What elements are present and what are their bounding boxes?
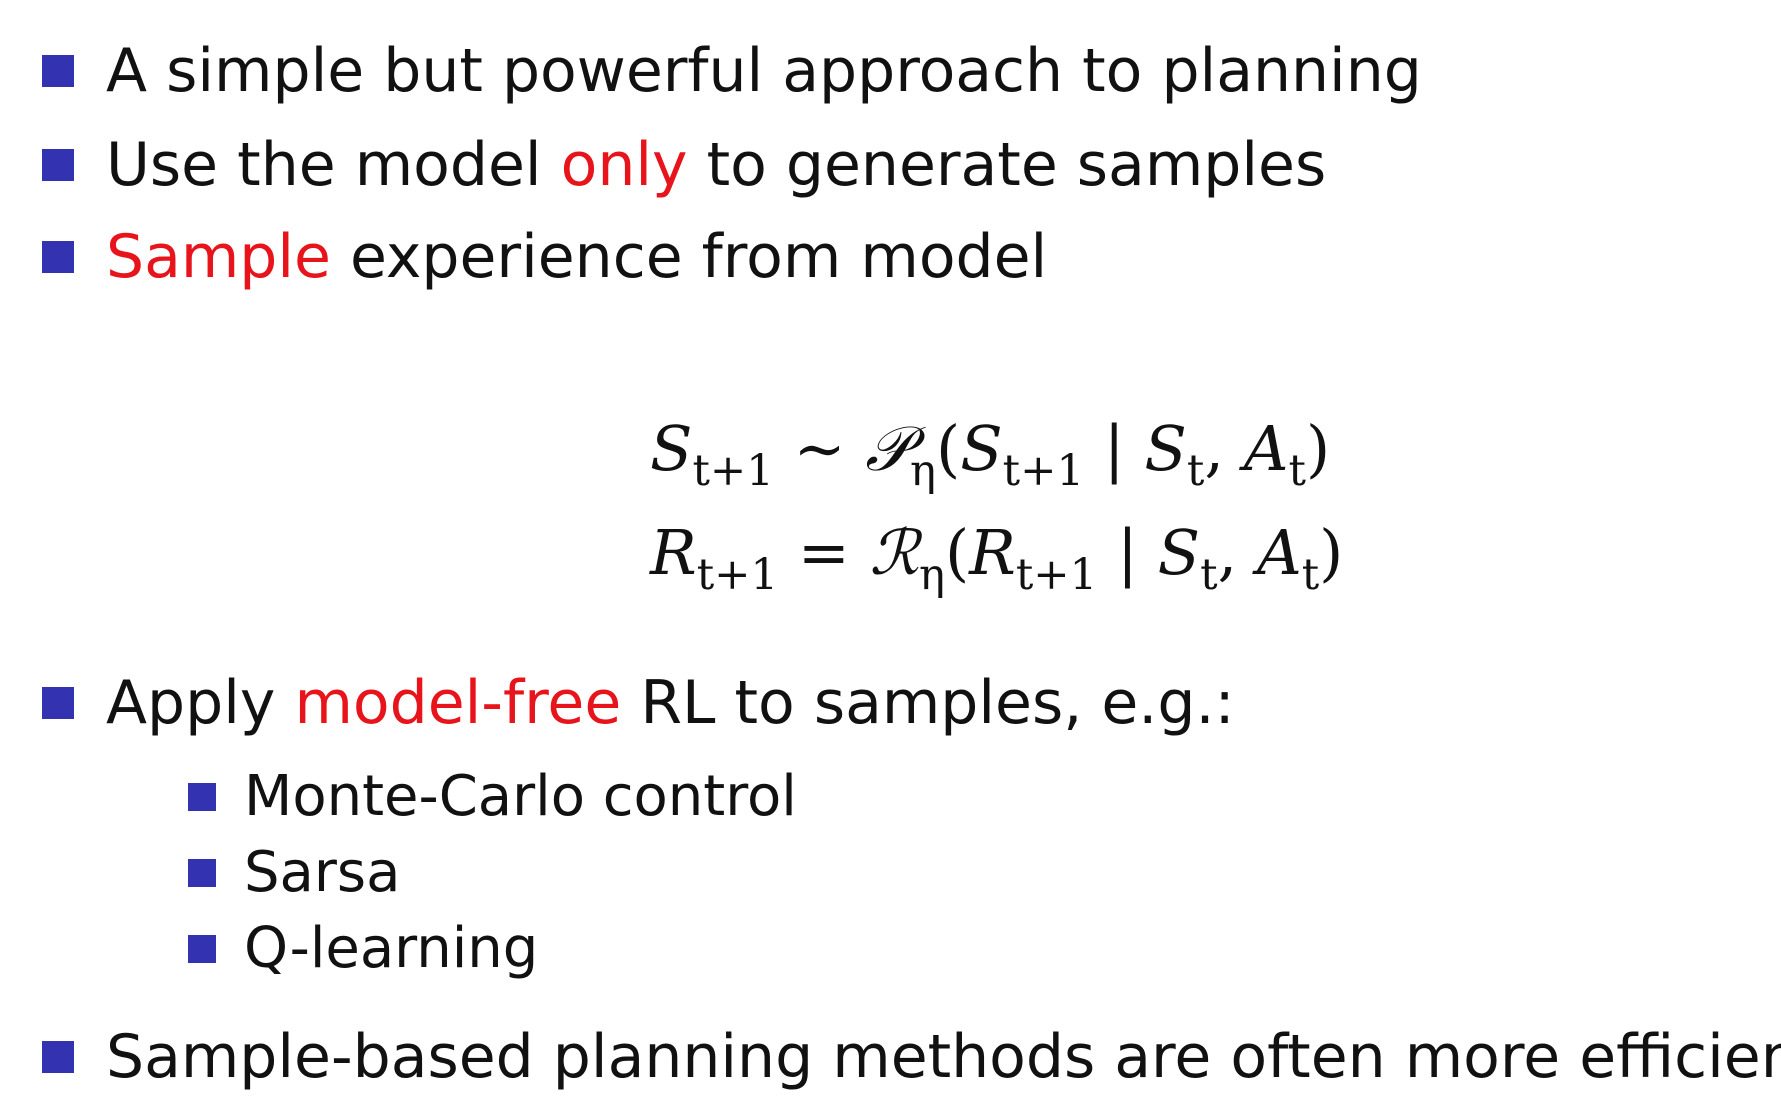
- bullet-square-icon: [42, 687, 74, 719]
- math-var: R: [650, 516, 697, 589]
- text-plain: Use the model: [106, 130, 561, 200]
- math-var: R: [969, 516, 1016, 589]
- math-sub: t+1: [696, 550, 779, 601]
- text-highlight-model-free: model-free: [294, 668, 622, 738]
- bullet-sample-experience: Sample experience from model: [42, 222, 1047, 292]
- math-sub: t+1: [692, 446, 774, 497]
- math-relation: ∼: [793, 412, 846, 485]
- math-sub: η: [918, 550, 945, 601]
- sub-bullet-q-learning: Q-learning: [188, 916, 538, 981]
- math-func: 𝒫: [865, 412, 910, 485]
- bullet-text: Sample-based planning methods are often …: [106, 1022, 1781, 1092]
- math-sub: η: [909, 446, 936, 497]
- math-var: S: [960, 412, 1003, 485]
- math-bar: |: [1103, 412, 1125, 485]
- bullet-text: Apply model-free RL to samples, e.g.:: [106, 668, 1235, 738]
- bullet-use-model-only: Use the model only to generate samples: [42, 130, 1326, 200]
- sub-bullet-square-icon: [188, 934, 216, 963]
- math-relation: =: [797, 516, 850, 589]
- math-var: S: [650, 412, 693, 485]
- text-plain: to generate samples: [687, 130, 1327, 200]
- bullet-sample-based-efficient: Sample-based planning methods are often …: [42, 1022, 1781, 1092]
- sub-bullet-text: Sarsa: [244, 840, 401, 905]
- math-sub: t: [1186, 446, 1205, 497]
- bullet-square-icon: [42, 55, 74, 87]
- text-plain: RL to samples, e.g.:: [621, 668, 1235, 738]
- equation-transition: St+1 ∼ 𝒫η(St+1 | St, At): [650, 412, 1331, 497]
- sub-bullet-monte-carlo: Monte-Carlo control: [188, 764, 797, 829]
- math-var: S: [1157, 516, 1201, 589]
- text-plain: experience from model: [330, 222, 1048, 292]
- math-sub: t: [1301, 550, 1320, 601]
- sub-bullet-sarsa: Sarsa: [188, 840, 400, 905]
- bullet-simple-approach: A simple but powerful approach to planni…: [42, 36, 1422, 106]
- sub-bullet-text: Monte-Carlo control: [244, 764, 797, 829]
- math-var: A: [1243, 412, 1289, 485]
- sub-bullet-text: Q-learning: [244, 916, 539, 981]
- bullet-square-icon: [42, 241, 74, 273]
- sub-bullet-square-icon: [188, 782, 216, 811]
- text-plain: A simple but powerful approach to planni…: [106, 36, 1422, 106]
- math-comma: ,: [1217, 516, 1238, 589]
- bullet-text: A simple but powerful approach to planni…: [106, 36, 1422, 106]
- bullet-text: Use the model only to generate samples: [106, 130, 1326, 200]
- math-sub: t: [1288, 446, 1306, 497]
- math-func: ℛ: [869, 516, 919, 589]
- equation-reward: Rt+1 = ℛη(Rt+1 | St, At): [650, 516, 1344, 601]
- math-sub: t: [1200, 550, 1218, 601]
- math-sub: t+1: [1015, 550, 1098, 601]
- math-sub: t+1: [1002, 446, 1085, 497]
- math-comma: ,: [1204, 412, 1225, 485]
- text-highlight-only: only: [560, 130, 688, 200]
- sub-bullet-square-icon: [188, 858, 216, 887]
- bullet-square-icon: [42, 1041, 74, 1073]
- math-var: A: [1256, 516, 1302, 589]
- math-var: S: [1144, 412, 1187, 485]
- bullet-apply-model-free: Apply model-free RL to samples, e.g.:: [42, 668, 1235, 738]
- math-bar: |: [1116, 516, 1138, 589]
- bullet-square-icon: [42, 149, 74, 181]
- text-plain: Apply: [106, 668, 295, 738]
- bullet-text: Sample experience from model: [106, 222, 1047, 292]
- text-highlight-sample: Sample: [106, 222, 331, 292]
